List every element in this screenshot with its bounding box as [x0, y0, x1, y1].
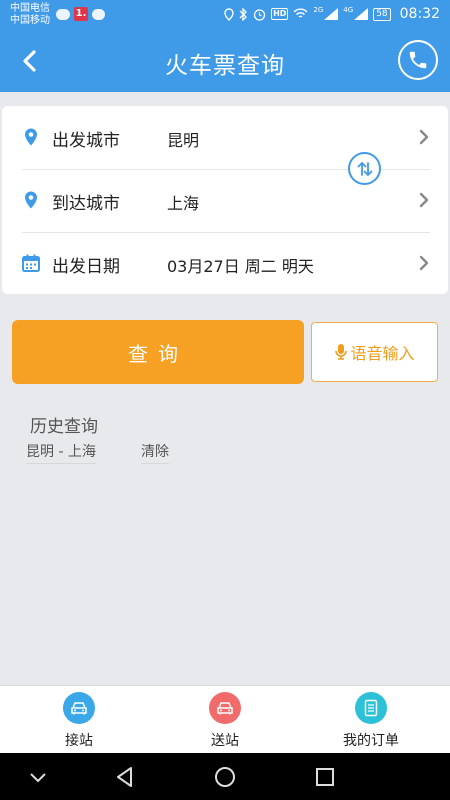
location-icon [224, 7, 234, 21]
carrier-info: 中国电信 中国移动 [10, 3, 50, 27]
recents-square-icon[interactable] [312, 764, 338, 790]
nav-item-orders[interactable]: 我的订单 [296, 686, 446, 754]
clock: 08:32 [399, 6, 440, 22]
voice-input-button[interactable]: 语音输入 [311, 322, 438, 382]
wechat-icon [56, 8, 70, 20]
departure-date-row[interactable]: 出发日期 03月27日 周二 明天 [2, 232, 448, 295]
system-navigation-bar [0, 753, 450, 800]
app-header: 火车票查询 [0, 30, 450, 92]
nav-label-dropoff: 送站 [211, 733, 239, 749]
network-label-1: 2G [313, 6, 324, 14]
chevron-down-icon[interactable] [25, 764, 51, 790]
wifi-icon [293, 8, 308, 18]
query-button[interactable]: 查询 [12, 320, 304, 384]
query-button-label: 查询 [128, 341, 188, 366]
chevron-right-icon [419, 192, 429, 208]
arrival-value: 上海 [167, 194, 200, 213]
hd-icon: HD [271, 8, 289, 20]
message-icon [92, 8, 105, 20]
car-icon [209, 692, 241, 724]
voice-input-label: 语音输入 [350, 344, 415, 363]
history-item[interactable]: 昆明 - 上海 [26, 441, 96, 464]
arrival-label: 到达城市 [52, 194, 120, 214]
status-bar: 中国电信 中国移动 1. HD 2G 4G 58 08:32 [0, 0, 450, 30]
date-value: 03月27日 周二 明天 [167, 257, 314, 276]
swap-cities-button[interactable] [348, 152, 381, 185]
nav-label-orders: 我的订单 [343, 733, 399, 749]
phone-button[interactable] [398, 40, 438, 80]
carrier-1: 中国电信 [10, 3, 50, 14]
clear-history-button[interactable]: 清除 [141, 441, 169, 464]
calendar-icon [22, 254, 40, 272]
signal-icon-1 [324, 8, 339, 20]
home-circle-icon[interactable] [212, 764, 238, 790]
swap-icon [357, 161, 372, 176]
history-title: 历史查询 [30, 417, 98, 437]
car-icon [63, 692, 95, 724]
page-title: 火车票查询 [165, 53, 285, 79]
phone-icon [409, 51, 427, 69]
departure-label: 出发城市 [52, 131, 120, 151]
bottom-nav: 接站 送站 我的订单 [0, 685, 450, 753]
chevron-right-icon [419, 129, 429, 145]
network-label-2: 4G [343, 6, 354, 14]
bluetooth-icon [239, 7, 247, 21]
status-icons: HD 2G 4G 58 08:32 [224, 6, 440, 22]
notification-badge: 1. [74, 7, 88, 21]
carrier-2: 中国移动 [10, 15, 50, 26]
nav-item-pickup[interactable]: 接站 [4, 686, 154, 754]
date-label: 出发日期 [52, 257, 120, 277]
document-icon [355, 692, 387, 724]
location-pin-icon [25, 128, 37, 146]
search-form-card: 出发城市 昆明 到达城市 上海 出发日期 03月27日 周二 明天 [2, 106, 448, 294]
nav-label-pickup: 接站 [65, 733, 93, 749]
nav-item-dropoff[interactable]: 送站 [150, 686, 300, 754]
microphone-icon [335, 344, 348, 360]
battery-icon: 58 [373, 7, 391, 21]
signal-icon-2 [354, 8, 369, 20]
location-pin-icon [25, 191, 37, 209]
arrival-city-row[interactable]: 到达城市 上海 [2, 169, 448, 232]
back-triangle-icon[interactable] [112, 764, 138, 790]
alarm-icon [253, 8, 266, 21]
notification-icons: 1. [56, 7, 105, 21]
departure-value: 昆明 [167, 131, 200, 150]
departure-city-row[interactable]: 出发城市 昆明 [2, 106, 448, 169]
chevron-right-icon [419, 255, 429, 271]
